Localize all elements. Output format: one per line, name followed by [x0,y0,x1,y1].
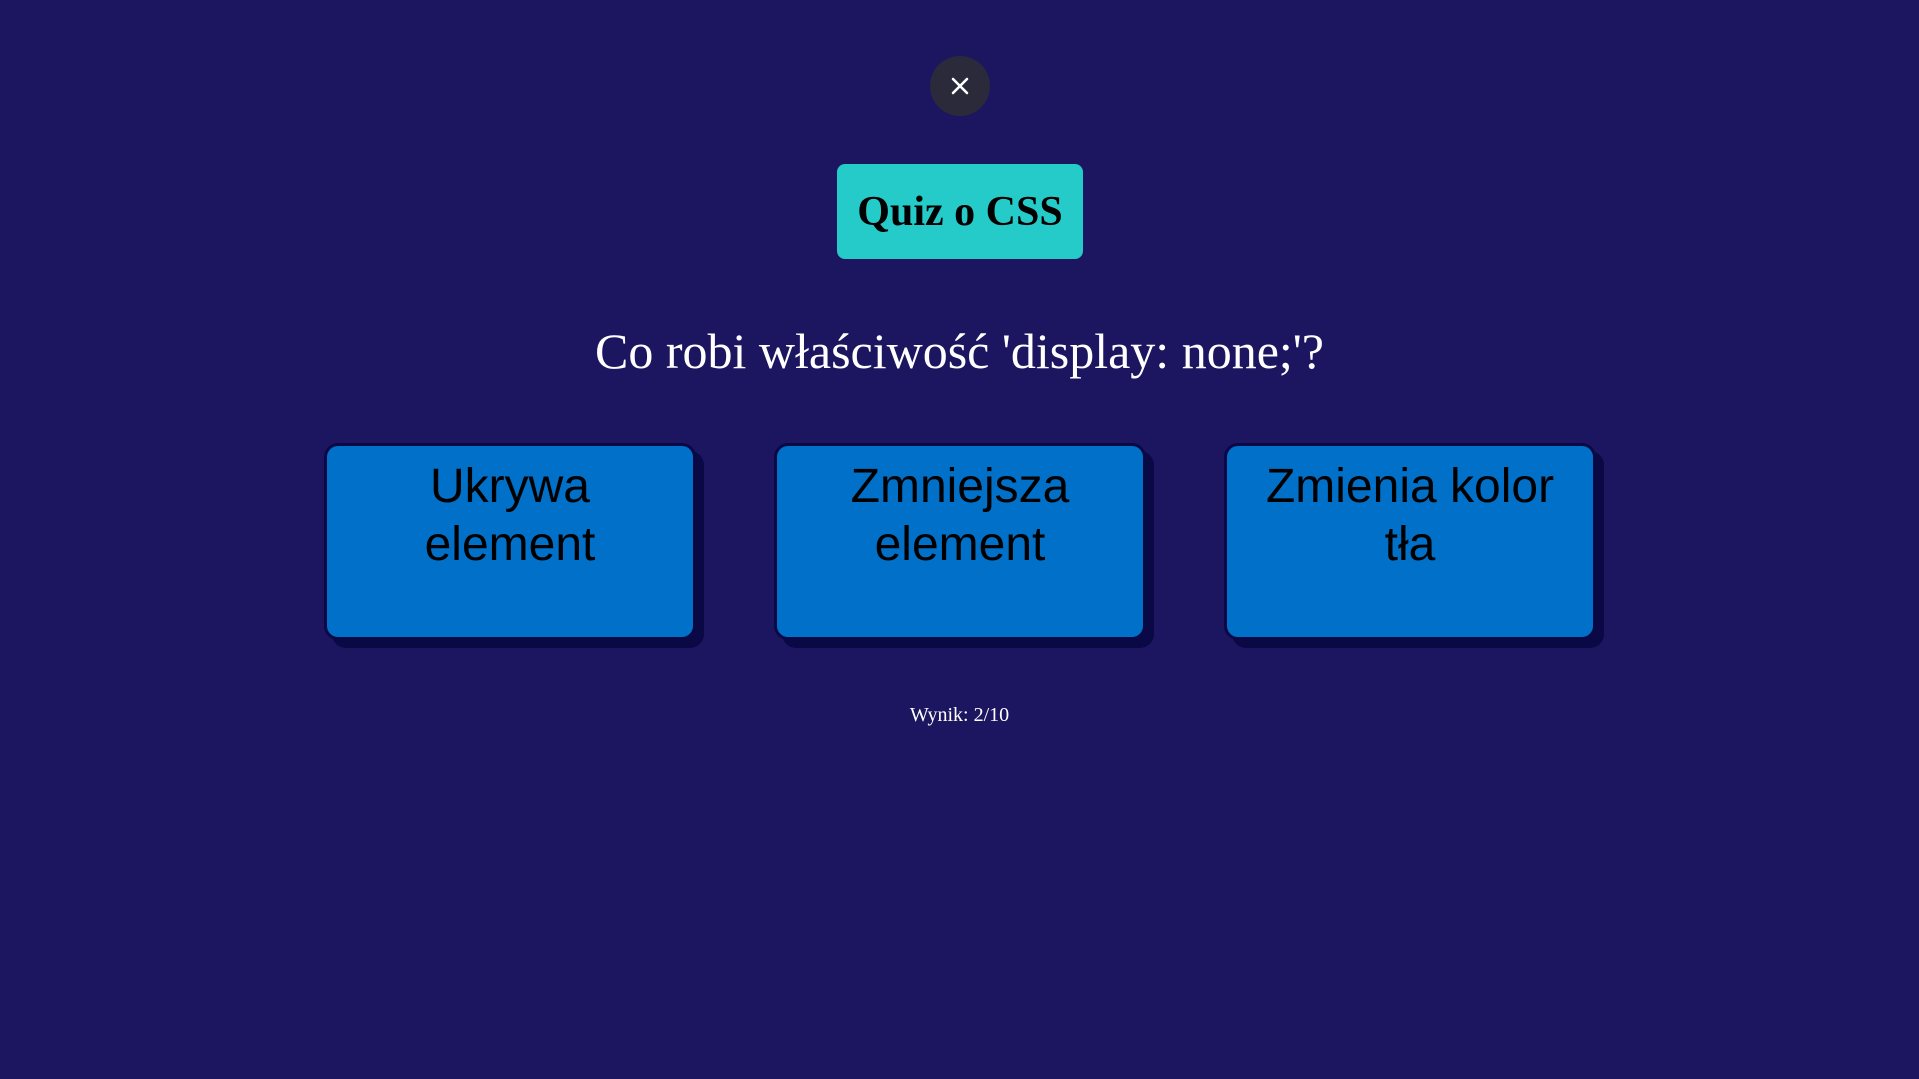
answer-button-3[interactable]: Zmienia kolor tła [1224,443,1596,640]
answer-button-1[interactable]: Ukrywa element [324,443,696,640]
question-text: Co robi właściwość 'display: none;'? [594,323,1324,379]
quiz-page: Quiz o CSS Co robi właściwość 'display: … [0,0,1919,1079]
answer-button-2[interactable]: Zmniejsza element [774,443,1146,640]
answer-list: Ukrywa element Zmniejsza element Zmienia… [0,443,1919,643]
close-button[interactable] [930,56,990,116]
score-text: Wynik: 2/10 [909,704,1010,726]
quiz-title: Quiz o CSS [837,164,1083,259]
close-icon [950,76,970,96]
